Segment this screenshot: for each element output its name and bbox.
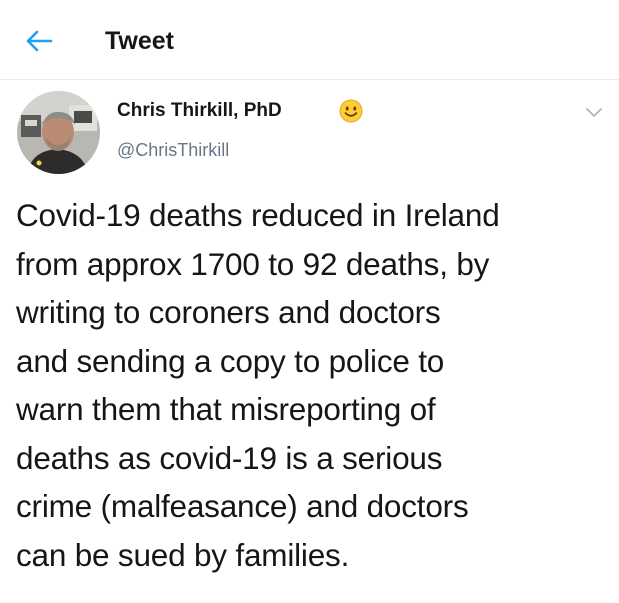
tweet-menu-button[interactable] — [583, 104, 605, 120]
chevron-down-icon — [586, 108, 602, 117]
avatar[interactable] — [17, 91, 100, 174]
author-handle[interactable]: @ChrisThirkill — [117, 138, 229, 162]
smiling-face-emoji-icon — [339, 99, 363, 123]
page-title: Tweet — [105, 27, 174, 55]
author-name[interactable]: Chris Thirkill, PhD — [117, 98, 282, 124]
tweet-page: Tweet Chris Thirkill, PhD @ChrisThirkill — [0, 0, 619, 603]
back-button[interactable] — [22, 24, 56, 58]
arrow-left-icon — [26, 30, 53, 52]
tweet-text: Covid-19 deaths reduced in Ireland from … — [16, 197, 500, 573]
app-header: Tweet — [0, 0, 619, 80]
profile-photo — [17, 91, 100, 174]
